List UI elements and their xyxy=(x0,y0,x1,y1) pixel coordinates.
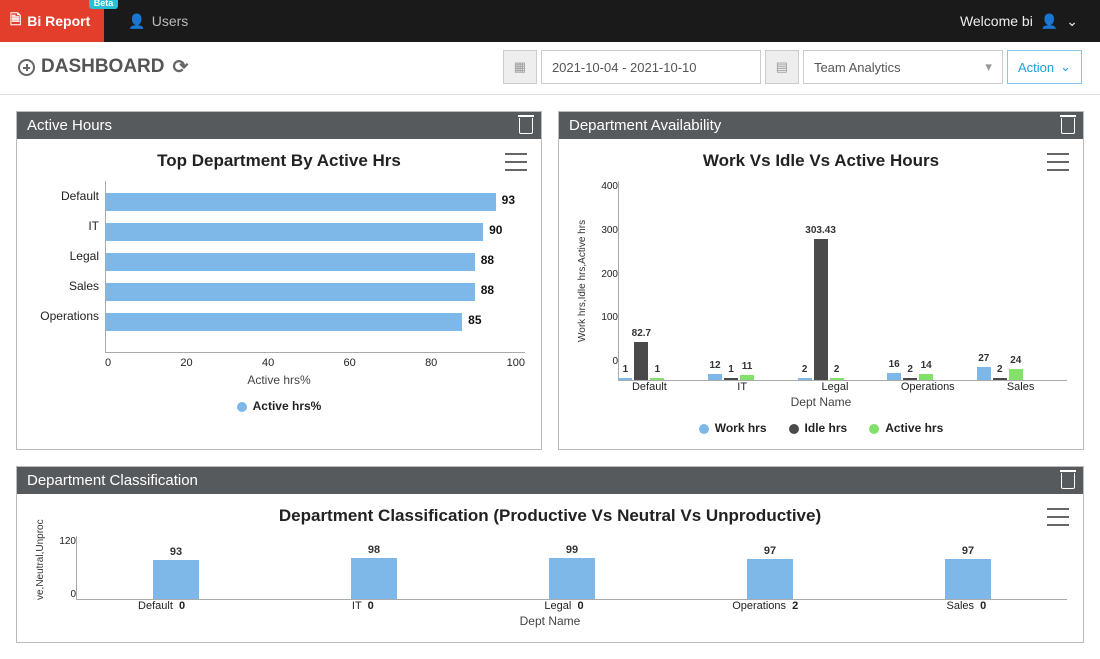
dashboard-title[interactable]: DASHBOARD ⟳ xyxy=(18,56,188,79)
dashboard-panels: Active Hours Top Department By Active Hr… xyxy=(0,95,1100,659)
bar: 1 xyxy=(618,378,632,380)
bar xyxy=(106,193,496,211)
bar: 14 xyxy=(919,374,933,381)
caret-down-icon: ▾ xyxy=(985,59,992,75)
chart-dept-availability: Work hrs,Idle hrs,Active hrs 40030020010… xyxy=(575,181,1067,381)
chart-menu-button[interactable] xyxy=(1047,508,1069,526)
chart-legend: Work hrs Idle hrs Active hrs xyxy=(575,421,1067,435)
brand-label: Bi Report xyxy=(27,13,90,29)
calendar-icon: ▦ xyxy=(514,59,526,75)
nav-users[interactable]: 👤 Users xyxy=(104,0,204,42)
user-icon: 👤 xyxy=(1041,13,1058,30)
x-axis-label: Dept Name xyxy=(575,395,1067,409)
delete-panel-icon[interactable] xyxy=(1061,473,1075,489)
legend-item: Idle hrs xyxy=(805,421,848,435)
bar: 1 xyxy=(724,378,738,380)
bar: 99 xyxy=(549,558,595,599)
brand-tab[interactable]: 🗎 Bi Report Beta xyxy=(0,0,104,42)
bar xyxy=(106,223,483,241)
bar: 12 xyxy=(708,374,722,380)
grid-button[interactable]: ▤ xyxy=(765,50,799,84)
legend-item: Work hrs xyxy=(715,421,767,435)
bar: 303.43 xyxy=(814,239,828,380)
view-select[interactable]: Team Analytics ▾ xyxy=(803,50,1003,84)
view-select-value: Team Analytics xyxy=(814,60,901,75)
bar xyxy=(106,283,475,301)
bar: 2 xyxy=(798,378,812,380)
panel-header: Department Classification xyxy=(17,467,1083,494)
nav-users-label: Users xyxy=(152,13,189,29)
date-range-input[interactable]: 2021-10-04 - 2021-10-10 xyxy=(541,50,761,84)
bar: 97 xyxy=(747,559,793,599)
bar xyxy=(106,313,462,331)
chart-menu-button[interactable] xyxy=(505,153,527,171)
delete-panel-icon[interactable] xyxy=(1061,118,1075,134)
user-icon: 👤 xyxy=(128,13,145,30)
chart-title: Top Department By Active Hrs xyxy=(33,151,525,171)
grid-icon: ▤ xyxy=(776,59,788,75)
delete-panel-icon[interactable] xyxy=(519,118,533,134)
dashboard-title-label: DASHBOARD xyxy=(41,56,165,78)
bar: 97 xyxy=(945,559,991,599)
bar: 24 xyxy=(1009,369,1023,380)
top-nav: 🗎 Bi Report Beta 👤 Users Welcome bi 👤 ⌄ xyxy=(0,0,1100,42)
legend-item: Active hrs xyxy=(885,421,943,435)
panel-active-hours: Active Hours Top Department By Active Hr… xyxy=(16,111,542,450)
beta-badge: Beta xyxy=(89,0,119,9)
toolbar: DASHBOARD ⟳ ▦ 2021-10-04 - 2021-10-10 ▤ … xyxy=(0,42,1100,95)
panel-header: Department Availability xyxy=(559,112,1083,139)
panel-title: Active Hours xyxy=(27,117,112,134)
panel-header: Active Hours xyxy=(17,112,541,139)
panel-dept-availability: Department Availability Work Vs Idle Vs … xyxy=(558,111,1084,450)
date-range-value: 2021-10-04 - 2021-10-10 xyxy=(552,60,697,75)
bar: 11 xyxy=(740,375,754,380)
bar: 98 xyxy=(351,558,397,599)
chart-dept-classification: ve,Neutral,Unproc 1200 9398999797 xyxy=(33,536,1067,600)
bar: 2 xyxy=(903,378,917,380)
x-axis-label: Active hrs% xyxy=(33,373,525,387)
chart-title: Department Classification (Productive Vs… xyxy=(33,506,1067,526)
legend-item: Active hrs% xyxy=(253,399,322,413)
panel-title: Department Availability xyxy=(569,117,721,134)
action-label: Action xyxy=(1018,60,1054,75)
add-dashboard-icon xyxy=(18,59,35,76)
x-axis-label: Dept Name xyxy=(33,614,1067,628)
y-axis-label: ve,Neutral,Unproc xyxy=(33,536,48,600)
bar: 93 xyxy=(153,560,199,599)
bar: 27 xyxy=(977,367,991,380)
calendar-button[interactable]: ▦ xyxy=(503,50,537,84)
chevron-down-icon: ⌄ xyxy=(1060,59,1071,75)
chevron-down-icon: ⌄ xyxy=(1066,13,1078,30)
bar: 1 xyxy=(650,378,664,380)
chart-active-hours: DefaultITLegalSalesOperations 9390888885 xyxy=(33,181,525,353)
bar: 2 xyxy=(830,378,844,380)
chart-menu-button[interactable] xyxy=(1047,153,1069,171)
report-icon: 🗎 xyxy=(10,9,21,33)
chart-title: Work Vs Idle Vs Active Hours xyxy=(575,151,1067,171)
user-menu[interactable]: Welcome bi 👤 ⌄ xyxy=(960,0,1100,42)
refresh-icon[interactable]: ⟳ xyxy=(173,56,189,79)
chart-legend: Active hrs% xyxy=(33,399,525,413)
welcome-label: Welcome bi xyxy=(960,13,1033,29)
panel-dept-classification: Department Classification Department Cla… xyxy=(16,466,1084,643)
panel-title: Department Classification xyxy=(27,472,198,489)
bar: 16 xyxy=(887,373,901,380)
y-axis-label: Work hrs,Idle hrs,Active hrs xyxy=(575,181,590,381)
bar xyxy=(106,253,475,271)
bar: 2 xyxy=(993,378,1007,380)
bar: 82.7 xyxy=(634,342,648,380)
action-button[interactable]: Action ⌄ xyxy=(1007,50,1082,84)
